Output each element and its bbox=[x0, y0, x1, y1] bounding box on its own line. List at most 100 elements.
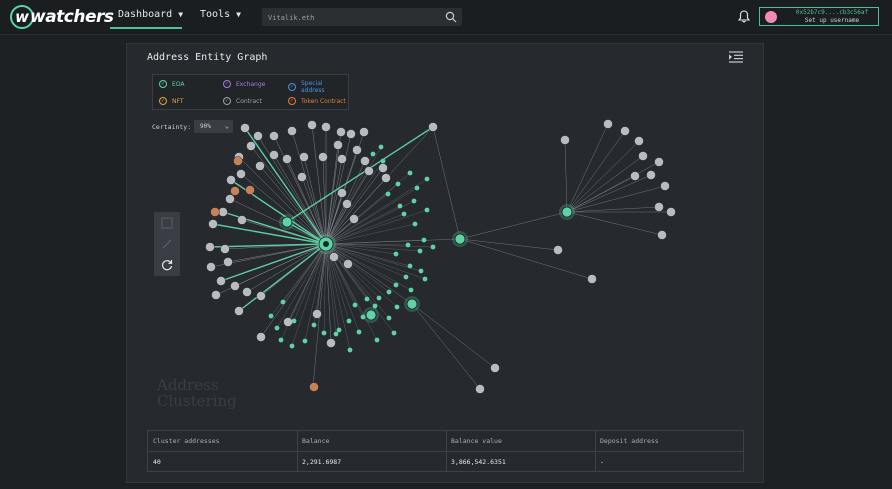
watermark-line-1: Address bbox=[157, 376, 219, 394]
graph-edge bbox=[566, 185, 666, 213]
eoa-node bbox=[386, 315, 392, 321]
cluster-summary-table: Cluster addresses Balance Balance value … bbox=[147, 430, 744, 472]
entity-graph-card: Address Entity Graph ✓ EOA ✓ Exchange ✓ … bbox=[126, 43, 764, 483]
eoa-node bbox=[397, 203, 403, 209]
eoa-node bbox=[411, 198, 417, 204]
graph-edge bbox=[459, 211, 568, 240]
eoa-node bbox=[278, 337, 284, 343]
graph-edge bbox=[325, 243, 422, 272]
eoa-node bbox=[364, 296, 370, 302]
legend-contract-label: Contract bbox=[236, 97, 262, 105]
eoa-node bbox=[424, 207, 430, 213]
eoa-node bbox=[407, 263, 413, 269]
contract-node bbox=[337, 188, 347, 198]
graph-edge bbox=[459, 238, 559, 251]
eoa-node bbox=[302, 338, 308, 344]
graph-edge bbox=[325, 238, 461, 245]
contract-node bbox=[287, 126, 297, 136]
graph-edge bbox=[411, 303, 496, 369]
contract-node bbox=[236, 169, 246, 179]
hub-node bbox=[454, 233, 466, 245]
search-icon[interactable] bbox=[445, 11, 457, 23]
eoa-node bbox=[391, 330, 397, 336]
contract-node bbox=[242, 287, 252, 297]
eoa-node bbox=[430, 244, 436, 250]
eoa-node bbox=[291, 318, 297, 324]
cell-cluster-addresses: 40 bbox=[153, 458, 161, 466]
pencil-icon[interactable] bbox=[160, 237, 174, 251]
eoa-node bbox=[401, 211, 407, 217]
contract-node bbox=[654, 157, 664, 167]
graph-edge bbox=[220, 243, 327, 282]
caret-down-icon: ▼ bbox=[178, 10, 184, 19]
contract-node bbox=[638, 151, 648, 161]
contract-node bbox=[230, 281, 240, 291]
graph-edge bbox=[325, 243, 356, 306]
contract-node bbox=[360, 156, 370, 166]
contract-node bbox=[336, 127, 346, 137]
legend-eoa-label: EOA bbox=[172, 80, 185, 88]
graph-edge bbox=[566, 130, 626, 213]
graph-edge bbox=[566, 140, 640, 213]
eoa-node bbox=[394, 304, 400, 310]
caret-down-icon: ▼ bbox=[236, 10, 241, 19]
contract-node bbox=[666, 207, 676, 217]
contract-node bbox=[237, 215, 247, 225]
entity-graph[interactable] bbox=[127, 44, 765, 484]
contract-node bbox=[253, 131, 263, 141]
contract-node bbox=[553, 245, 563, 255]
contract-node bbox=[587, 274, 597, 284]
eoa-node bbox=[374, 337, 380, 343]
graph-edge bbox=[566, 206, 660, 213]
eoa-node bbox=[280, 299, 286, 305]
eoa-node bbox=[336, 327, 342, 333]
eoa-node bbox=[356, 329, 362, 335]
eoa-node bbox=[405, 242, 411, 248]
eoa-node bbox=[376, 295, 382, 301]
active-nav-indicator bbox=[110, 27, 182, 29]
eoa-node bbox=[414, 185, 420, 191]
certainty-value: 90% bbox=[200, 123, 211, 130]
eoa-node bbox=[333, 331, 339, 337]
eoa-node bbox=[421, 237, 427, 243]
avatar bbox=[765, 11, 777, 23]
contract-node bbox=[206, 262, 216, 272]
certainty-select[interactable]: 90% ⌄ bbox=[194, 120, 233, 133]
token-node bbox=[210, 207, 220, 217]
legend-special: ✓ Special address bbox=[288, 80, 348, 94]
contract-node bbox=[240, 123, 250, 133]
contract-node bbox=[603, 119, 613, 129]
fullscreen-icon[interactable] bbox=[160, 216, 174, 230]
table-column-divider bbox=[595, 431, 596, 471]
graph-edge bbox=[325, 243, 412, 291]
eoa-node bbox=[395, 181, 401, 187]
contract-node bbox=[256, 332, 266, 342]
hub-center bbox=[323, 241, 329, 247]
contract-node bbox=[297, 172, 307, 182]
graph-edge bbox=[566, 155, 644, 213]
eoa-node bbox=[378, 144, 384, 150]
contract-node bbox=[208, 219, 218, 229]
contract-node bbox=[283, 317, 293, 327]
nav-tools[interactable]: Tools ▼ bbox=[200, 9, 241, 20]
account-address: 0x52b7c9....cb3c56af bbox=[795, 9, 869, 16]
graph-edge bbox=[291, 243, 327, 347]
check-circle-icon: ✓ bbox=[223, 97, 231, 105]
contract-node bbox=[352, 145, 362, 155]
contract-node bbox=[381, 173, 391, 183]
token-node bbox=[309, 382, 319, 392]
app-logo[interactable]: w watchers bbox=[10, 4, 114, 30]
nav-dashboard[interactable]: Dashboard ▼ bbox=[118, 9, 183, 20]
bell-icon[interactable] bbox=[738, 10, 750, 23]
account-button[interactable]: 0x52b7c9....cb3c56af Set up username bbox=[759, 7, 879, 26]
eoa-node bbox=[385, 191, 391, 197]
graph-edge bbox=[432, 126, 461, 240]
contract-node bbox=[205, 242, 215, 252]
contract-node bbox=[282, 154, 292, 164]
search-input[interactable] bbox=[262, 8, 440, 28]
refresh-icon[interactable] bbox=[160, 258, 174, 272]
eoa-node bbox=[352, 302, 358, 308]
contract-node bbox=[307, 120, 317, 130]
eoa-node bbox=[370, 151, 376, 157]
contract-node bbox=[256, 291, 266, 301]
